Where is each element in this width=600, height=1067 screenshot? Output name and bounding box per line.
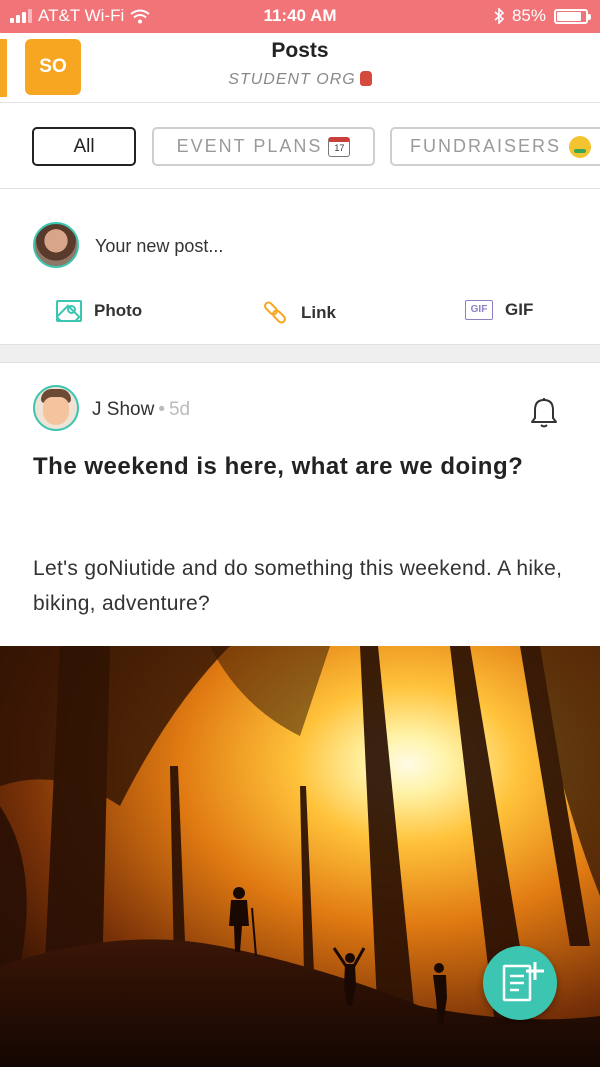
org-subtitle: STUDENT ORG [0,71,600,89]
compose-icon [502,962,544,1002]
tab-fundraisers[interactable]: FUNDRAISERS [390,127,600,166]
section-divider [0,344,600,363]
user-avatar [33,222,79,268]
meta-separator: • [158,399,165,420]
author-name[interactable]: J Show [92,399,154,420]
link-button[interactable]: Link [262,299,336,326]
backpack-icon [359,71,372,86]
photo-button[interactable]: Photo [56,300,142,322]
tab-label: FUNDRAISERS [410,136,562,156]
link-icon [262,299,289,326]
post-title: The weekend is here, what are we doing? [33,453,524,480]
gif-button[interactable]: GIF GIF [465,300,533,320]
filter-tabs: All EVENT PLANS 17 FUNDRAISERS [0,103,600,189]
author-avatar[interactable] [33,385,79,431]
post-composer: Your new post... Photo Link GIF GIF [0,190,600,344]
status-bar: AT&T Wi-Fi 11:40 AM 85% [0,0,600,33]
new-post-input[interactable]: Your new post... [95,236,223,257]
post-card[interactable]: J Show • 5d The weekend is here, what are … [0,363,600,646]
photo-label: Photo [94,301,143,320]
bluetooth-icon [494,8,504,24]
tab-all[interactable]: All [32,127,136,166]
battery-percent: 85% [511,6,546,25]
battery-icon [554,8,591,24]
app-header: SO Posts STUDENT ORG [0,33,600,103]
gif-label: GIF [505,300,534,319]
calendar-icon: 17 [328,136,351,157]
tab-event-plans[interactable]: EVENT PLANS 17 [152,127,375,166]
gif-icon: GIF [465,300,493,320]
post-age: 5d [168,399,191,420]
org-name: STUDENT ORG [228,71,356,88]
money-mouth-icon [569,135,592,158]
new-post-fab[interactable] [483,946,557,1020]
link-label: Link [301,303,336,322]
tab-label: All [73,135,95,157]
post-body: Let's goNiutide and do something this we… [33,557,563,615]
post-meta: J Show • 5d [92,399,190,421]
page-title: Posts [271,39,329,62]
bell-icon[interactable] [529,397,559,429]
tab-label: EVENT PLANS [176,136,323,156]
photo-icon [56,300,82,322]
